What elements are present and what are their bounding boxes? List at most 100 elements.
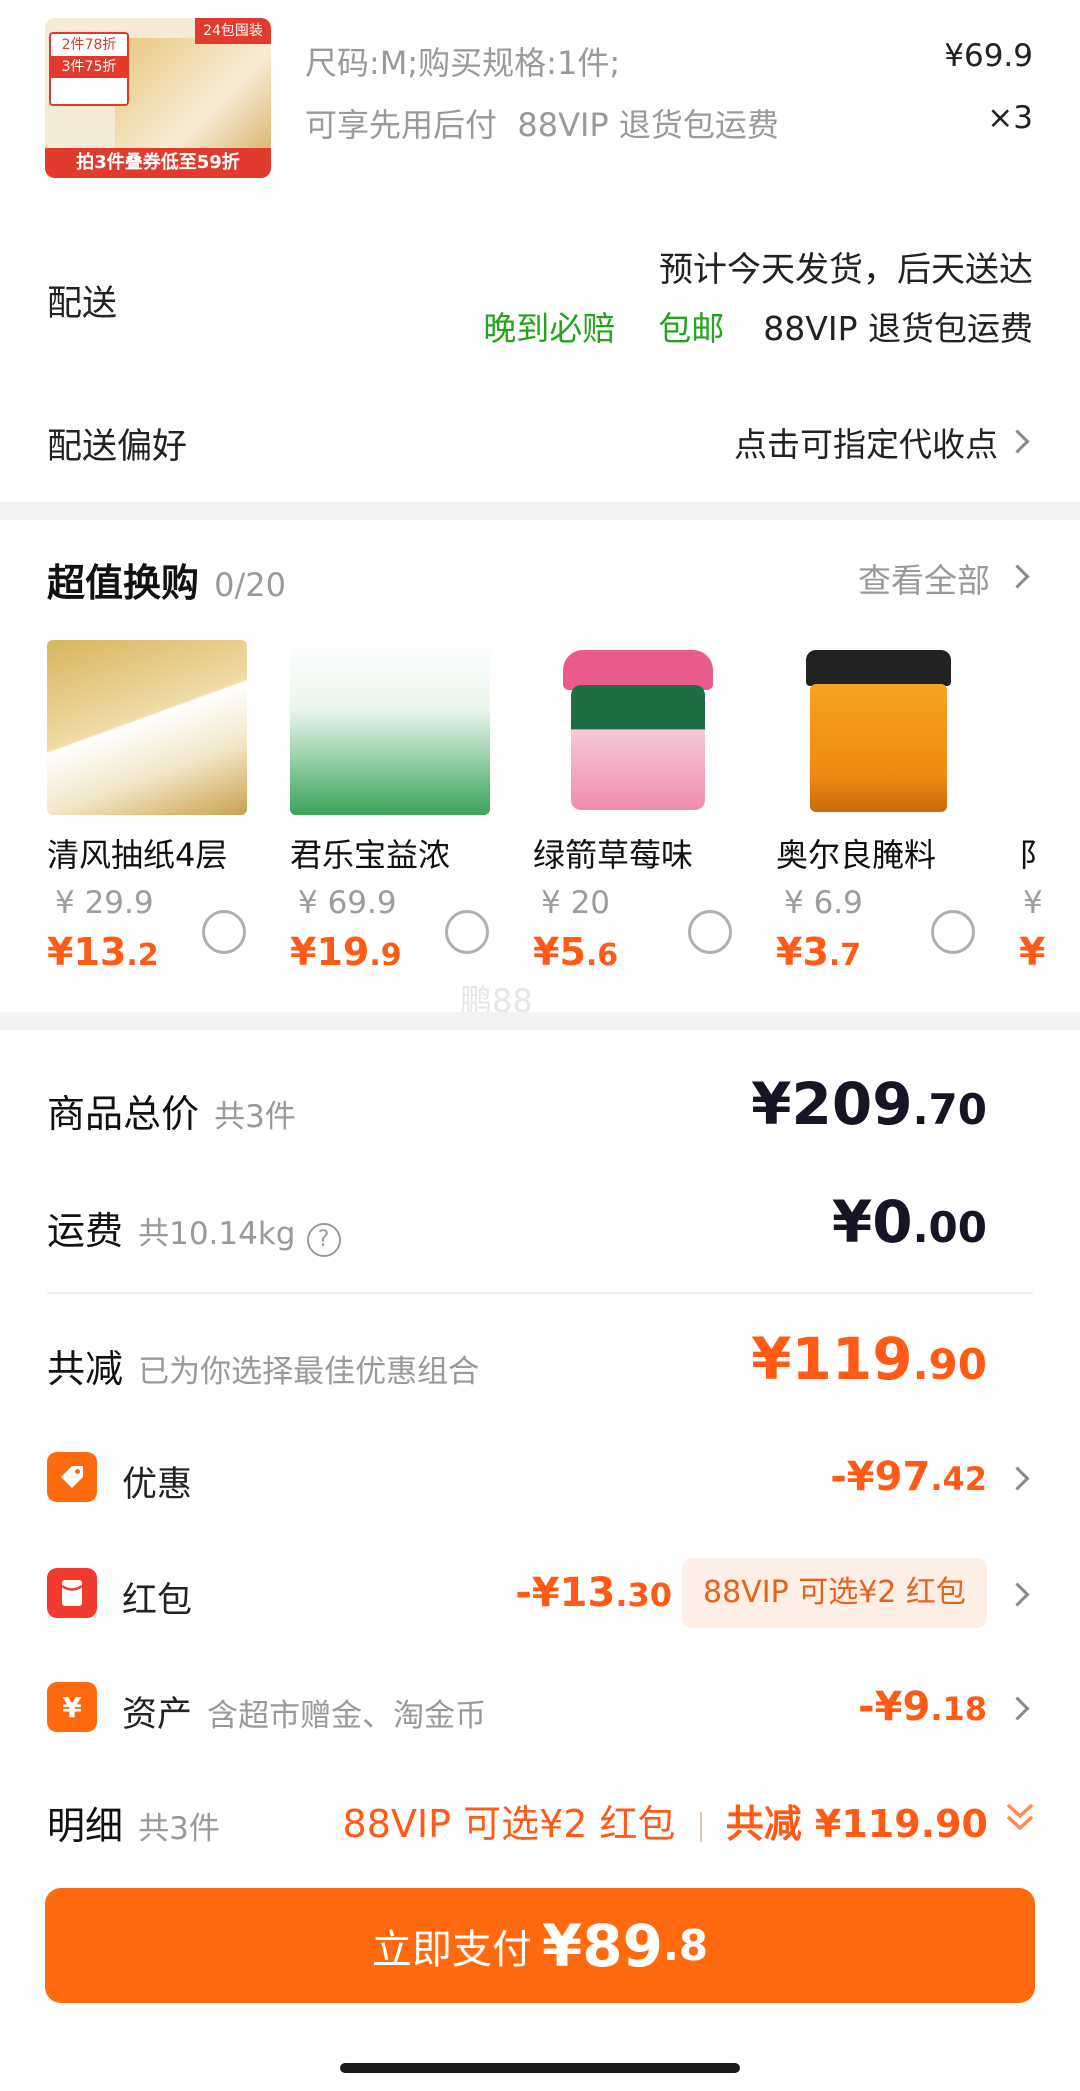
chevron-right-icon bbox=[1005, 429, 1030, 454]
product-original-price: ¥ 29.9 bbox=[55, 885, 154, 921]
total-reduction-title: 共减 bbox=[47, 1347, 124, 1391]
exchange-product-1[interactable]: 清风抽纸4层 ¥ 29.9 ¥13.2 bbox=[47, 640, 287, 974]
shipping-weight: 共10.14kg bbox=[138, 1216, 296, 1252]
milk-product-image bbox=[290, 640, 490, 815]
gum-lid bbox=[563, 650, 713, 690]
select-radio[interactable] bbox=[931, 910, 975, 954]
chevron-right-icon bbox=[1005, 564, 1030, 589]
price-integer: ¥13 bbox=[47, 930, 127, 974]
price-integer: -¥9 bbox=[858, 1684, 931, 1730]
exchange-product-4[interactable]: 奥尔良腌料 ¥ 6.9 ¥3.7 bbox=[776, 640, 1016, 974]
price-decimal: .70 bbox=[912, 1085, 987, 1134]
select-radio[interactable] bbox=[688, 910, 732, 954]
product-exchange-price: ¥3.7 bbox=[776, 930, 861, 974]
product-exchange-price: ¥5.6 bbox=[533, 930, 618, 974]
detail-separator bbox=[699, 1811, 702, 1842]
assets-note: 含超市赠金、淘金币 bbox=[207, 1698, 487, 1734]
price-decimal: .30 bbox=[615, 1576, 672, 1614]
shipping-title: 运费 bbox=[47, 1209, 124, 1253]
view-all-link[interactable]: 查看全部 bbox=[820, 552, 1040, 600]
chevron-right-icon bbox=[1005, 1696, 1030, 1721]
promo-badge-right: 24包囤装 bbox=[195, 18, 271, 44]
help-icon[interactable]: ? bbox=[306, 1222, 341, 1257]
return-shipping-tag: 88VIP 退货包运费 bbox=[763, 309, 1033, 348]
product-photo bbox=[115, 38, 271, 158]
product-original-price: ¥ 69.9 bbox=[298, 885, 397, 921]
section-divider bbox=[0, 1012, 1080, 1030]
price-decimal: .2 bbox=[126, 938, 159, 973]
tissue-product-image bbox=[47, 640, 247, 815]
product-name: 奥尔良腌料 bbox=[776, 836, 937, 874]
delivery-preference-value: 点击可指定代收点 bbox=[734, 425, 998, 464]
price-integer: ¥119 bbox=[751, 1325, 913, 1393]
shipping-value: ¥0.00 bbox=[832, 1188, 987, 1256]
price-integer: ¥3 bbox=[776, 930, 829, 974]
chevron-right-icon bbox=[1005, 1466, 1030, 1491]
detail-reduce-total: 共减 ¥119.90 bbox=[725, 1802, 988, 1846]
exchange-count: 0/20 bbox=[214, 566, 286, 604]
red-packet-vip-tag[interactable]: 88VIP 可选¥2 红包 bbox=[682, 1558, 987, 1628]
promo-badge-text: 2件78折 bbox=[61, 37, 117, 53]
price-integer: ¥19 bbox=[290, 930, 370, 974]
view-all-label: 查看全部 bbox=[858, 561, 990, 600]
product-name: 清风抽纸4层 bbox=[47, 836, 228, 874]
price-integer: -¥13 bbox=[515, 1570, 616, 1616]
pay-amount-decimal: .8 bbox=[662, 1921, 709, 1970]
total-reduction-note: 已为你选择最佳优惠组合 bbox=[138, 1354, 480, 1390]
red-packet-value: -¥13.30 bbox=[515, 1570, 672, 1616]
total-price-label: 商品总价 共3件 bbox=[47, 1083, 296, 1138]
price-decimal: .18 bbox=[930, 1690, 987, 1728]
product-original-price: ¥ bbox=[1023, 885, 1043, 921]
detail-bar[interactable]: 明细 共3件 88VIP 可选¥2 红包 共减 ¥119.90 bbox=[0, 1785, 1080, 1850]
exchange-product-2[interactable]: 君乐宝益浓 ¥ 69.9 ¥19.9 bbox=[290, 640, 530, 974]
summary-divider bbox=[47, 1292, 1033, 1294]
total-reduction-value: ¥119.90 bbox=[751, 1325, 987, 1393]
detail-label: 明细 共3件 bbox=[47, 1795, 220, 1850]
chevron-right-icon bbox=[1005, 1582, 1030, 1607]
price-integer: ¥0 bbox=[831, 1188, 913, 1256]
exchange-product-5[interactable]: 阝 ¥ ¥ bbox=[1019, 640, 1080, 970]
discount-value: -¥97.42 bbox=[830, 1454, 987, 1500]
product-exchange-price: ¥ bbox=[1019, 930, 1046, 970]
total-price-value: ¥209.70 bbox=[751, 1070, 987, 1138]
delivery-eta: 预计今天发货，后天送达 bbox=[659, 250, 1033, 290]
price-decimal: .7 bbox=[828, 938, 862, 973]
price-integer: ¥209 bbox=[751, 1070, 913, 1138]
red-packet-icon bbox=[47, 1568, 97, 1618]
product-price: ¥69.9 bbox=[944, 38, 1033, 74]
gum-jar bbox=[571, 685, 705, 810]
product-spec: 尺码:M;购买规格:1件; bbox=[305, 44, 621, 82]
seasoning-lid bbox=[806, 650, 951, 686]
select-radio[interactable] bbox=[445, 910, 489, 954]
late-compensation-tag: 晚到必赔 bbox=[483, 309, 616, 348]
delivery-preference-label: 配送偏好 bbox=[47, 427, 188, 467]
seasoning-product-image bbox=[806, 640, 951, 815]
detail-title: 明细 bbox=[47, 1804, 124, 1848]
exchange-title-text: 超值换购 bbox=[47, 561, 200, 605]
section-divider bbox=[0, 502, 1080, 520]
product-services: 可享先用后付 88VIP 退货包运费 bbox=[305, 106, 779, 144]
total-price-title: 商品总价 bbox=[47, 1092, 200, 1136]
detail-vip-note: 88VIP 可选¥2 红包 bbox=[342, 1802, 676, 1846]
select-radio[interactable] bbox=[202, 910, 246, 954]
discount-row[interactable]: 优惠 -¥97.42 bbox=[0, 1448, 1080, 1508]
assets-row[interactable]: ¥ 资产 含超市赠金、淘金币 -¥9.18 bbox=[0, 1678, 1080, 1738]
red-packet-label: 红包 bbox=[122, 1581, 193, 1621]
total-item-count: 共3件 bbox=[214, 1099, 296, 1135]
assets-value: -¥9.18 bbox=[858, 1684, 987, 1730]
delivery-preference-row[interactable]: 配送偏好 点击可指定代收点 bbox=[0, 400, 1080, 480]
promo-badge-text-2: 3件75折 bbox=[51, 56, 127, 78]
product-quantity: ×3 bbox=[987, 100, 1033, 136]
price-decimal: .6 bbox=[585, 938, 619, 973]
product-thumbnail[interactable]: 2件78折 3件75折 24包囤装 拍3件叠券低至59折 bbox=[45, 18, 271, 178]
pay-now-button[interactable]: 立即支付 ¥89.8 bbox=[45, 1888, 1035, 2003]
product-exchange-price: ¥13.2 bbox=[47, 930, 159, 974]
exchange-product-3[interactable]: 绿箭草莓味 ¥ 20 ¥5.6 bbox=[533, 640, 773, 974]
promo-badge-bottom: 拍3件叠券低至59折 bbox=[45, 148, 271, 178]
discount-label: 优惠 bbox=[122, 1465, 193, 1505]
home-indicator[interactable] bbox=[340, 2063, 740, 2073]
red-packet-row[interactable]: 红包 -¥13.30 88VIP 可选¥2 红包 bbox=[0, 1558, 1080, 1628]
double-chevron-down-icon[interactable] bbox=[1002, 1799, 1038, 1835]
pay-amount-integer: ¥89 bbox=[541, 1911, 663, 1980]
pay-now-label: 立即支付 bbox=[371, 1926, 532, 1973]
